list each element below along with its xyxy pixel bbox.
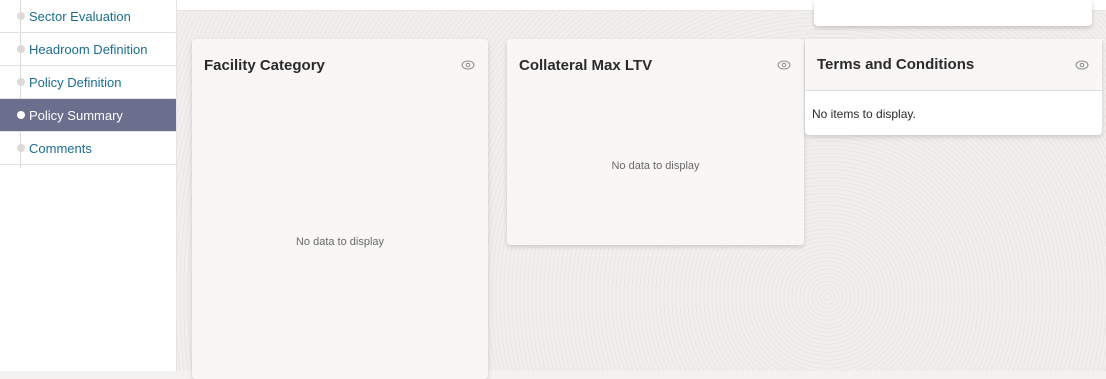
sidebar-item-label: Policy Definition [29, 74, 122, 90]
step-dot-icon [17, 45, 25, 53]
step-dot-icon [17, 144, 25, 152]
card-title: Terms and Conditions [817, 56, 975, 73]
eye-icon[interactable] [460, 57, 476, 73]
empty-message: No data to display [295, 236, 385, 248]
sidebar-nav: Sector Evaluation Headroom Definition Po… [0, 0, 176, 165]
step-dot-icon [17, 111, 25, 119]
sidebar-item-label: Comments [29, 140, 92, 156]
card-header: Facility Category [192, 39, 488, 91]
sidebar-item-label: Headroom Definition [29, 41, 148, 57]
card-header: Collateral Max LTV [507, 39, 804, 91]
terms-and-conditions-card: Terms and Conditions No items to display… [805, 39, 1102, 135]
card-title: Facility Category [204, 56, 325, 74]
card-title: Collateral Max LTV [519, 56, 653, 74]
sidebar-item-policy-summary[interactable]: Policy Summary [0, 99, 176, 132]
sidebar-item-headroom-definition[interactable]: Headroom Definition [0, 33, 176, 66]
empty-message: No data to display [611, 160, 700, 172]
eye-icon[interactable] [1074, 57, 1090, 73]
sidebar-item-label: Policy Summary [29, 107, 123, 123]
sidebar-item-comments[interactable]: Comments [0, 132, 176, 165]
facility-category-card: Facility Category No data to display [192, 39, 488, 379]
empty-message: No items to display. [812, 107, 916, 121]
sidebar-item-sector-evaluation[interactable]: Sector Evaluation [0, 0, 176, 33]
collateral-max-ltv-card: Collateral Max LTV No data to display [507, 39, 804, 245]
card-header: Terms and Conditions [805, 39, 1102, 91]
sidebar-item-label: Sector Evaluation [29, 8, 131, 24]
eye-icon[interactable] [776, 57, 792, 73]
step-dot-icon [17, 78, 25, 86]
sidebar: Sector Evaluation Headroom Definition Po… [0, 0, 177, 371]
previous-card-bottom [814, 0, 1092, 26]
sidebar-item-policy-definition[interactable]: Policy Definition [0, 66, 176, 99]
step-dot-icon [17, 12, 25, 20]
